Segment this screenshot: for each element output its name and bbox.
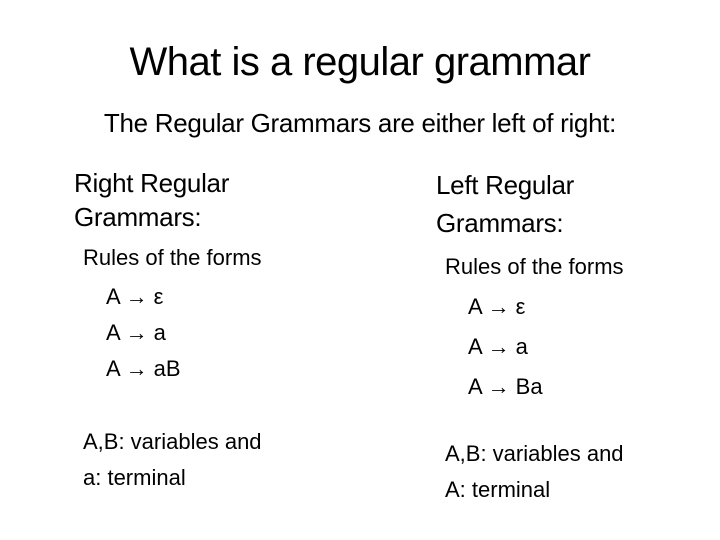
right-regular-heading-line1: Right Regular [74, 168, 230, 198]
slide-title: What is a regular grammar [129, 40, 591, 84]
left-regular-note-line1: A,B: variables and [445, 441, 624, 466]
right-regular-rule-3: A → aB [106, 356, 181, 381]
left-regular-heading-line2: Grammars: [436, 208, 564, 238]
left-regular-note-line2: A: terminal [445, 477, 551, 502]
left-regular-rule-3: A → Ba [468, 374, 543, 399]
left-regular-rules-label: Rules of the forms [445, 254, 624, 279]
slide-subtitle: The Regular Grammars are either left of … [103, 108, 617, 138]
left-regular-rule-2: A → a [468, 334, 528, 359]
left-regular-rule-1: A → ε [468, 294, 526, 319]
right-regular-note-line1: A,B: variables and [83, 429, 262, 454]
right-regular-rules-label: Rules of the forms [83, 245, 262, 270]
right-regular-rule-1: A → ε [106, 284, 164, 309]
right-regular-heading-line2: Grammars: [74, 202, 202, 232]
left-regular-heading-line1: Left Regular [436, 170, 575, 200]
right-regular-note-line2: a: terminal [83, 465, 186, 490]
right-regular-rule-2: A → a [106, 320, 166, 345]
